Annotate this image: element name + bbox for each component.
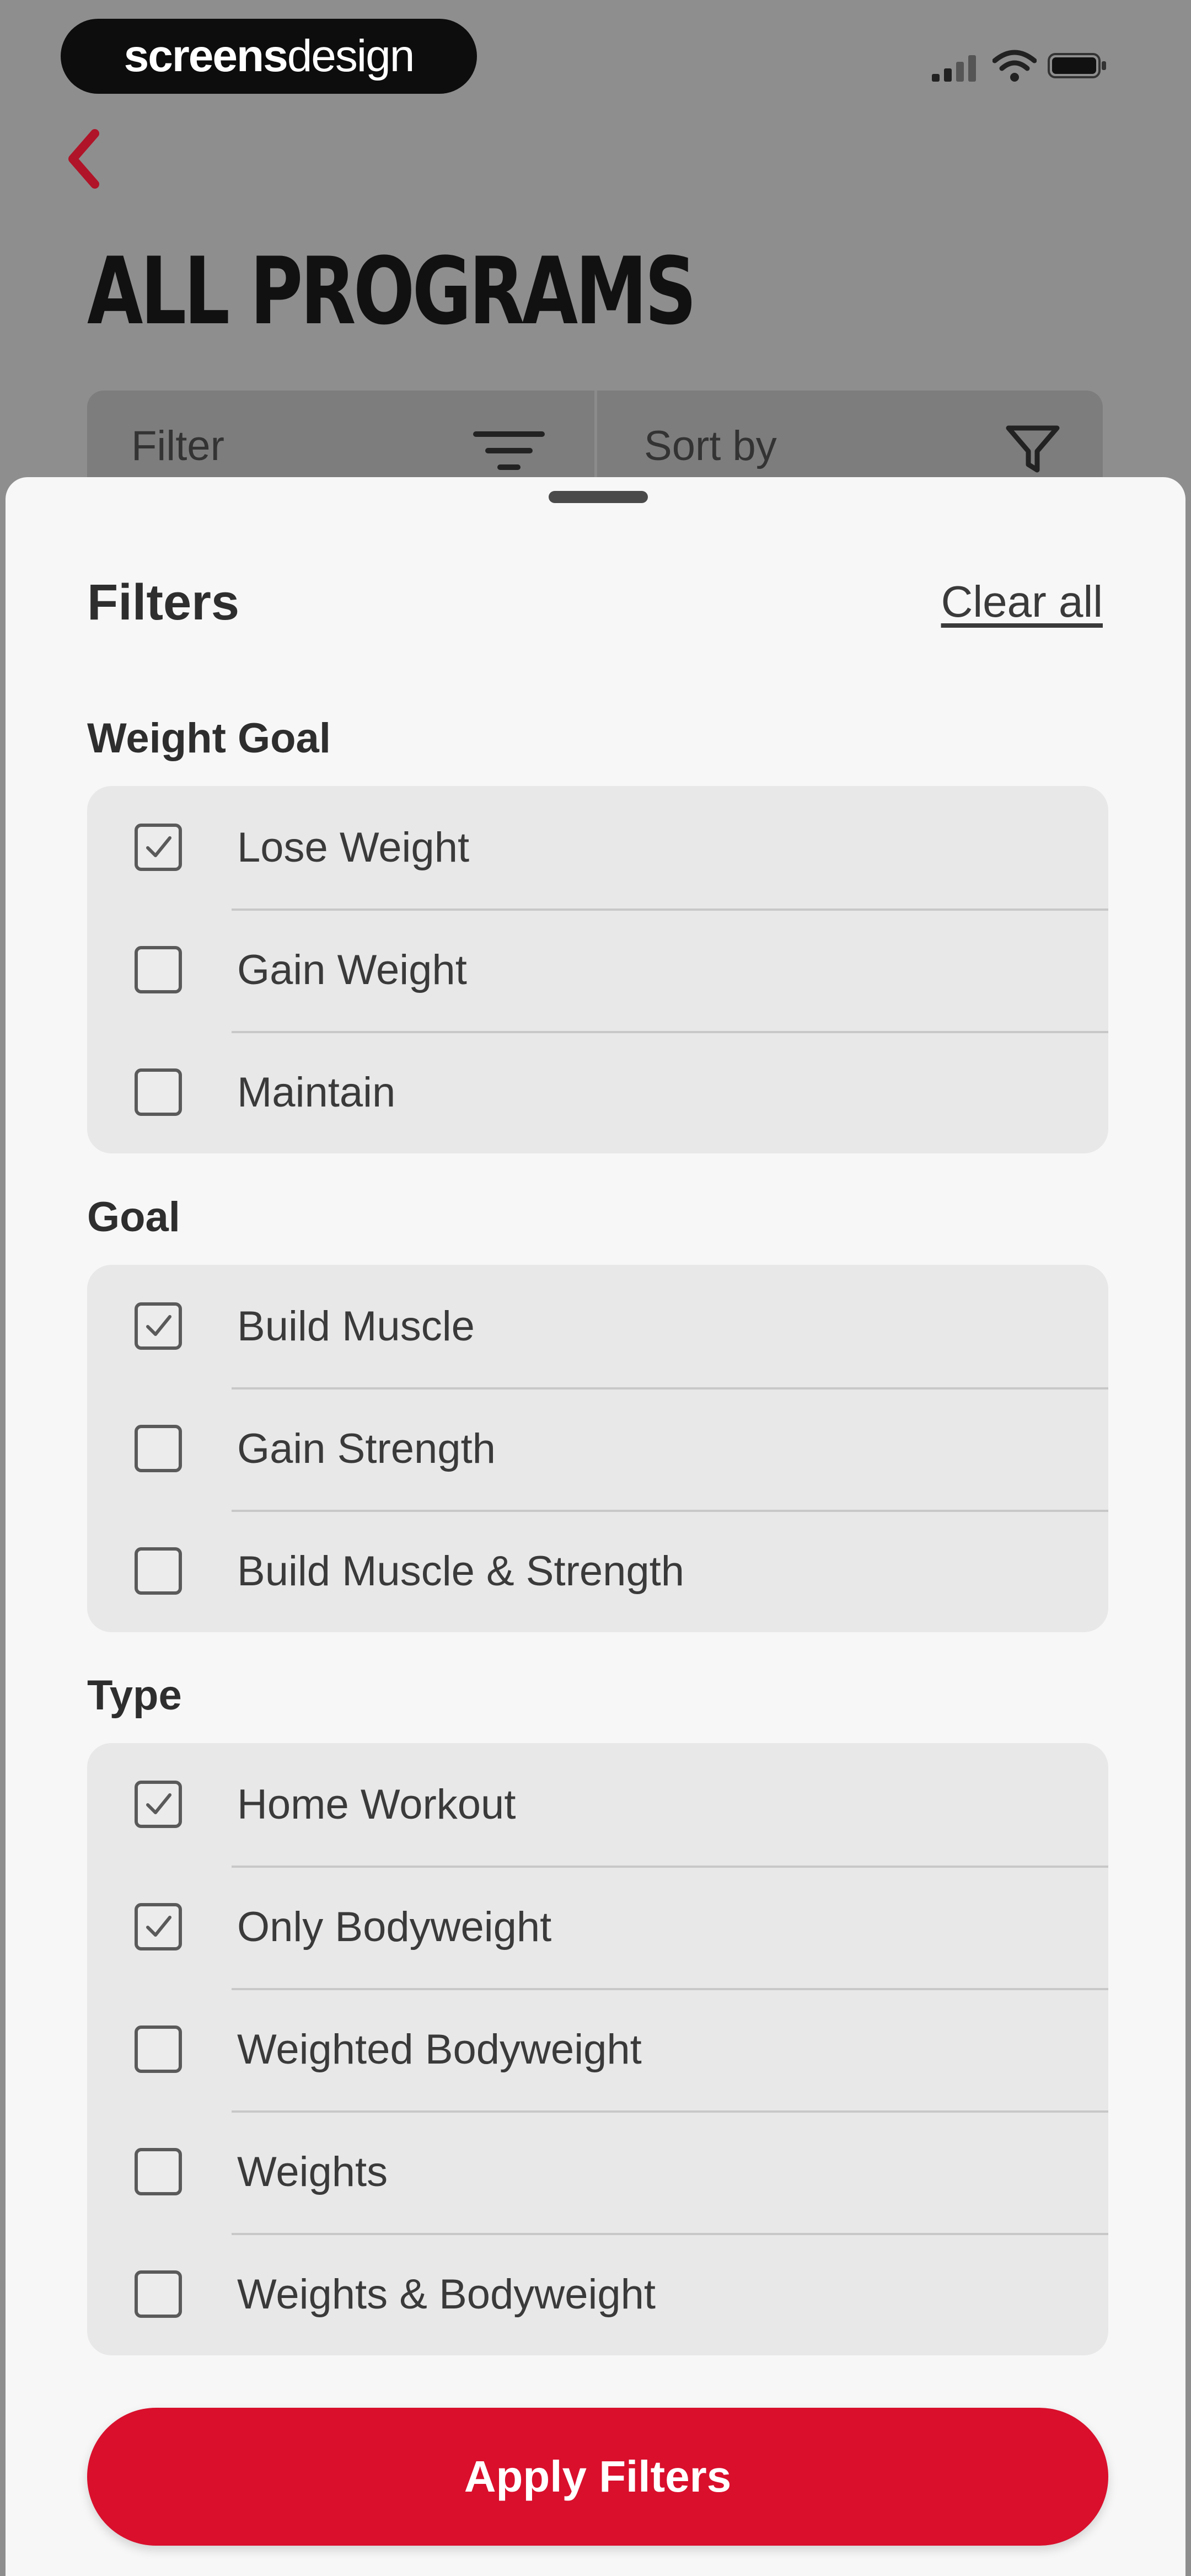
- brand-badge: screens design: [61, 19, 477, 94]
- section-title-type: Type: [87, 1672, 182, 1719]
- option-label: Only Bodyweight: [237, 1903, 552, 1950]
- checkmark-icon: [146, 836, 171, 857]
- option-maintain[interactable]: Maintain: [87, 1031, 1108, 1153]
- option-group-weight-goal: Lose Weight Gain Weight Maintain: [87, 786, 1108, 1153]
- battery-icon: [1048, 53, 1106, 78]
- option-label: Gain Strength: [237, 1425, 496, 1472]
- checkbox-checked[interactable]: [135, 1781, 182, 1828]
- option-label: Weights & Bodyweight: [237, 2270, 656, 2318]
- checkmark-icon: [146, 1793, 171, 1814]
- section-title-goal: Goal: [87, 1194, 180, 1241]
- apply-filters-button[interactable]: Apply Filters: [87, 2408, 1108, 2546]
- filter-lines-icon: [473, 431, 545, 470]
- chevron-left-icon: [68, 129, 99, 189]
- checkmark-icon: [146, 1916, 171, 1937]
- checkbox-checked[interactable]: [135, 1903, 182, 1950]
- checkbox-checked[interactable]: [135, 1302, 182, 1350]
- option-build-muscle[interactable]: Build Muscle: [87, 1265, 1108, 1387]
- wifi-icon: [993, 50, 1037, 82]
- sort-label: Sort by: [644, 422, 777, 469]
- option-gain-weight[interactable]: Gain Weight: [87, 908, 1108, 1031]
- option-group-goal: Build Muscle Gain Strength Build Muscle …: [87, 1265, 1108, 1632]
- brand-text-light: design: [287, 31, 415, 81]
- option-label: Home Workout: [237, 1781, 516, 1828]
- option-label: Maintain: [237, 1068, 396, 1116]
- option-label: Weighted Bodyweight: [237, 2025, 642, 2073]
- option-label: Build Muscle & Strength: [237, 1547, 685, 1595]
- filters-sheet: Filters Clear all Weight Goal Lose Weigh…: [6, 477, 1185, 2576]
- back-button[interactable]: [61, 127, 110, 193]
- clear-all-link[interactable]: Clear all: [941, 576, 1103, 627]
- page-title: ALL PROGRAMS: [87, 237, 697, 345]
- option-weights-bodyweight[interactable]: Weights & Bodyweight: [87, 2233, 1108, 2355]
- option-label: Weights: [237, 2148, 388, 2195]
- status-icons: [899, 44, 1119, 83]
- option-lose-weight[interactable]: Lose Weight: [87, 786, 1108, 908]
- option-label: Gain Weight: [237, 946, 467, 993]
- option-only-bodyweight[interactable]: Only Bodyweight: [87, 1866, 1108, 1988]
- section-title-weight-goal: Weight Goal: [87, 715, 331, 762]
- sheet-grabber[interactable]: [549, 491, 648, 503]
- checkbox-unchecked[interactable]: [135, 1068, 182, 1116]
- option-home-workout[interactable]: Home Workout: [87, 1743, 1108, 1866]
- option-gain-strength[interactable]: Gain Strength: [87, 1387, 1108, 1510]
- app-screen: screens design ALL PROGRAMS Filter Sort …: [0, 0, 1191, 2576]
- checkbox-unchecked[interactable]: [135, 946, 182, 993]
- checkbox-checked[interactable]: [135, 824, 182, 871]
- checkbox-unchecked[interactable]: [135, 1425, 182, 1472]
- checkbox-unchecked[interactable]: [135, 2025, 182, 2073]
- funnel-icon: [1006, 425, 1060, 473]
- checkbox-unchecked[interactable]: [135, 2148, 182, 2195]
- checkbox-unchecked[interactable]: [135, 1547, 182, 1595]
- cellular-signal-icon: [932, 55, 976, 82]
- option-group-type: Home Workout Only Bodyweight Weighted Bo…: [87, 1743, 1108, 2355]
- option-weights[interactable]: Weights: [87, 2110, 1108, 2233]
- sheet-title: Filters: [87, 574, 240, 630]
- option-weighted-bodyweight[interactable]: Weighted Bodyweight: [87, 1988, 1108, 2110]
- option-label: Build Muscle: [237, 1302, 475, 1350]
- filter-label: Filter: [131, 422, 224, 469]
- checkmark-icon: [146, 1315, 171, 1336]
- brand-text-bold: screens: [124, 31, 288, 81]
- status-bar: screens design: [0, 0, 1191, 110]
- option-build-muscle-strength[interactable]: Build Muscle & Strength: [87, 1510, 1108, 1632]
- option-label: Lose Weight: [237, 824, 470, 871]
- checkbox-unchecked[interactable]: [135, 2270, 182, 2318]
